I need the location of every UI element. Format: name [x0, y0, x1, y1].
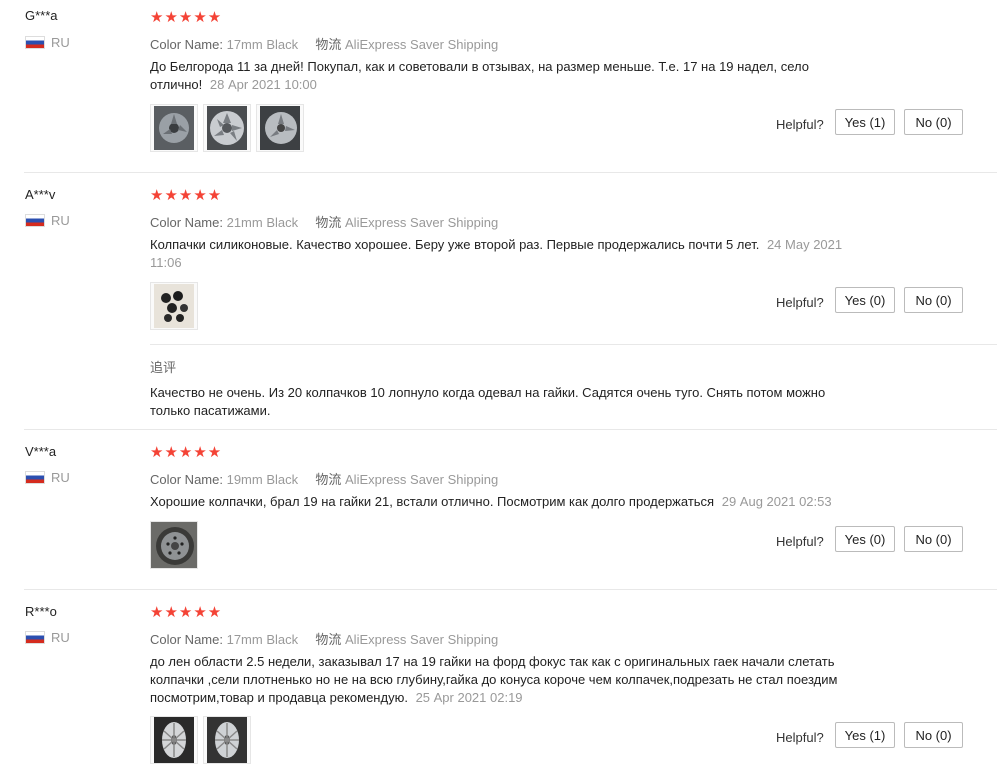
flag-russia-icon	[25, 631, 45, 644]
shipping-key: 物流	[315, 472, 342, 487]
helpful-yes-button[interactable]: Yes (1)	[835, 109, 895, 135]
color-key: Color Name:	[150, 632, 223, 647]
color-value: 19mm Black	[226, 472, 299, 487]
review-photos	[150, 282, 198, 330]
country-code: RU	[51, 35, 70, 50]
color-value: 17mm Black	[226, 632, 299, 647]
review-meta: Color Name: 17mm Black 物流 AliExpress Sav…	[150, 34, 498, 53]
helpful-label: Helpful?	[776, 534, 824, 549]
shipping-value: AliExpress Saver Shipping	[345, 632, 499, 647]
star-rating: ★★★★★	[150, 9, 223, 26]
shipping-key: 物流	[315, 632, 342, 647]
shipping-value: AliExpress Saver Shipping	[345, 472, 499, 487]
star-rating: ★★★★★	[150, 444, 223, 461]
reviewer-name: V***a	[25, 444, 57, 459]
helpful-yes-button[interactable]: Yes (0)	[835, 526, 895, 552]
review-text: Хорошие колпачки, брал 19 на гайки 21, в…	[150, 493, 910, 511]
star-rating: ★★★★★	[150, 604, 223, 621]
review-meta: Color Name: 17mm Black 物流 AliExpress Sav…	[150, 629, 498, 648]
review-meta: Color Name: 21mm Black 物流 AliExpress Sav…	[150, 212, 498, 231]
review-photo-thumbnail[interactable]	[256, 104, 304, 152]
shipping-value: AliExpress Saver Shipping	[345, 215, 499, 230]
flag-russia-icon	[25, 471, 45, 484]
review-date: 29 Aug 2021 02:53	[721, 494, 832, 509]
shipping-key: 物流	[315, 215, 342, 230]
country-code: RU	[51, 213, 70, 228]
helpful-yes-button[interactable]: Yes (1)	[835, 722, 895, 748]
review-photos	[150, 716, 251, 764]
star-rating: ★★★★★	[150, 187, 223, 204]
shipping-value: AliExpress Saver Shipping	[345, 37, 499, 52]
review-divider	[24, 172, 997, 173]
review-photos	[150, 521, 198, 569]
flag-russia-icon	[25, 36, 45, 49]
additional-review-divider	[150, 344, 997, 345]
review-text: до лен области 2.5 недели, заказывал 17 …	[150, 653, 870, 707]
color-key: Color Name:	[150, 472, 223, 487]
helpful-no-button[interactable]: No (0)	[904, 109, 963, 135]
review-photo-thumbnail[interactable]	[203, 716, 251, 764]
review-photo-thumbnail[interactable]	[150, 521, 198, 569]
additional-review-label: 追评	[150, 360, 177, 375]
helpful-label: Helpful?	[776, 730, 824, 745]
review-body: Хорошие колпачки, брал 19 на гайки 21, в…	[150, 494, 715, 509]
review-photo-thumbnail[interactable]	[203, 104, 251, 152]
color-key: Color Name:	[150, 215, 223, 230]
review-date: 25 Apr 2021 02:19	[415, 690, 523, 705]
reviewer-country: RU	[25, 470, 70, 485]
review-divider	[24, 429, 997, 430]
review-meta: Color Name: 19mm Black 物流 AliExpress Sav…	[150, 469, 498, 488]
reviewer-name: R***o	[25, 604, 57, 619]
review-text: До Белгорода 11 за дней! Покупал, как и …	[150, 58, 850, 94]
reviewer-name: A***v	[25, 187, 56, 202]
reviewer-country: RU	[25, 35, 70, 50]
color-value: 17mm Black	[226, 37, 299, 52]
review-photo-thumbnail[interactable]	[150, 716, 198, 764]
review-divider	[24, 589, 997, 590]
flag-russia-icon	[25, 214, 45, 227]
review-photos	[150, 104, 304, 152]
helpful-yes-button[interactable]: Yes (0)	[835, 287, 895, 313]
color-key: Color Name:	[150, 37, 223, 52]
review-date: 28 Apr 2021 10:00	[209, 77, 317, 92]
shipping-key: 物流	[315, 37, 342, 52]
color-value: 21mm Black	[226, 215, 299, 230]
helpful-label: Helpful?	[776, 117, 824, 132]
reviewer-country: RU	[25, 630, 70, 645]
reviewer-country: RU	[25, 213, 70, 228]
review-text: Колпачки силиконовые. Качество хорошее. …	[150, 236, 850, 272]
country-code: RU	[51, 470, 70, 485]
helpful-no-button[interactable]: No (0)	[904, 722, 963, 748]
review-photo-thumbnail[interactable]	[150, 104, 198, 152]
helpful-no-button[interactable]: No (0)	[904, 526, 963, 552]
additional-review-text: Качество не очень. Из 20 колпачков 10 ло…	[150, 385, 826, 418]
reviewer-name: G***a	[25, 8, 58, 23]
helpful-no-button[interactable]: No (0)	[904, 287, 963, 313]
review-photo-thumbnail[interactable]	[150, 282, 198, 330]
helpful-label: Helpful?	[776, 295, 824, 310]
review-body: Колпачки силиконовые. Качество хорошее. …	[150, 237, 760, 252]
country-code: RU	[51, 630, 70, 645]
